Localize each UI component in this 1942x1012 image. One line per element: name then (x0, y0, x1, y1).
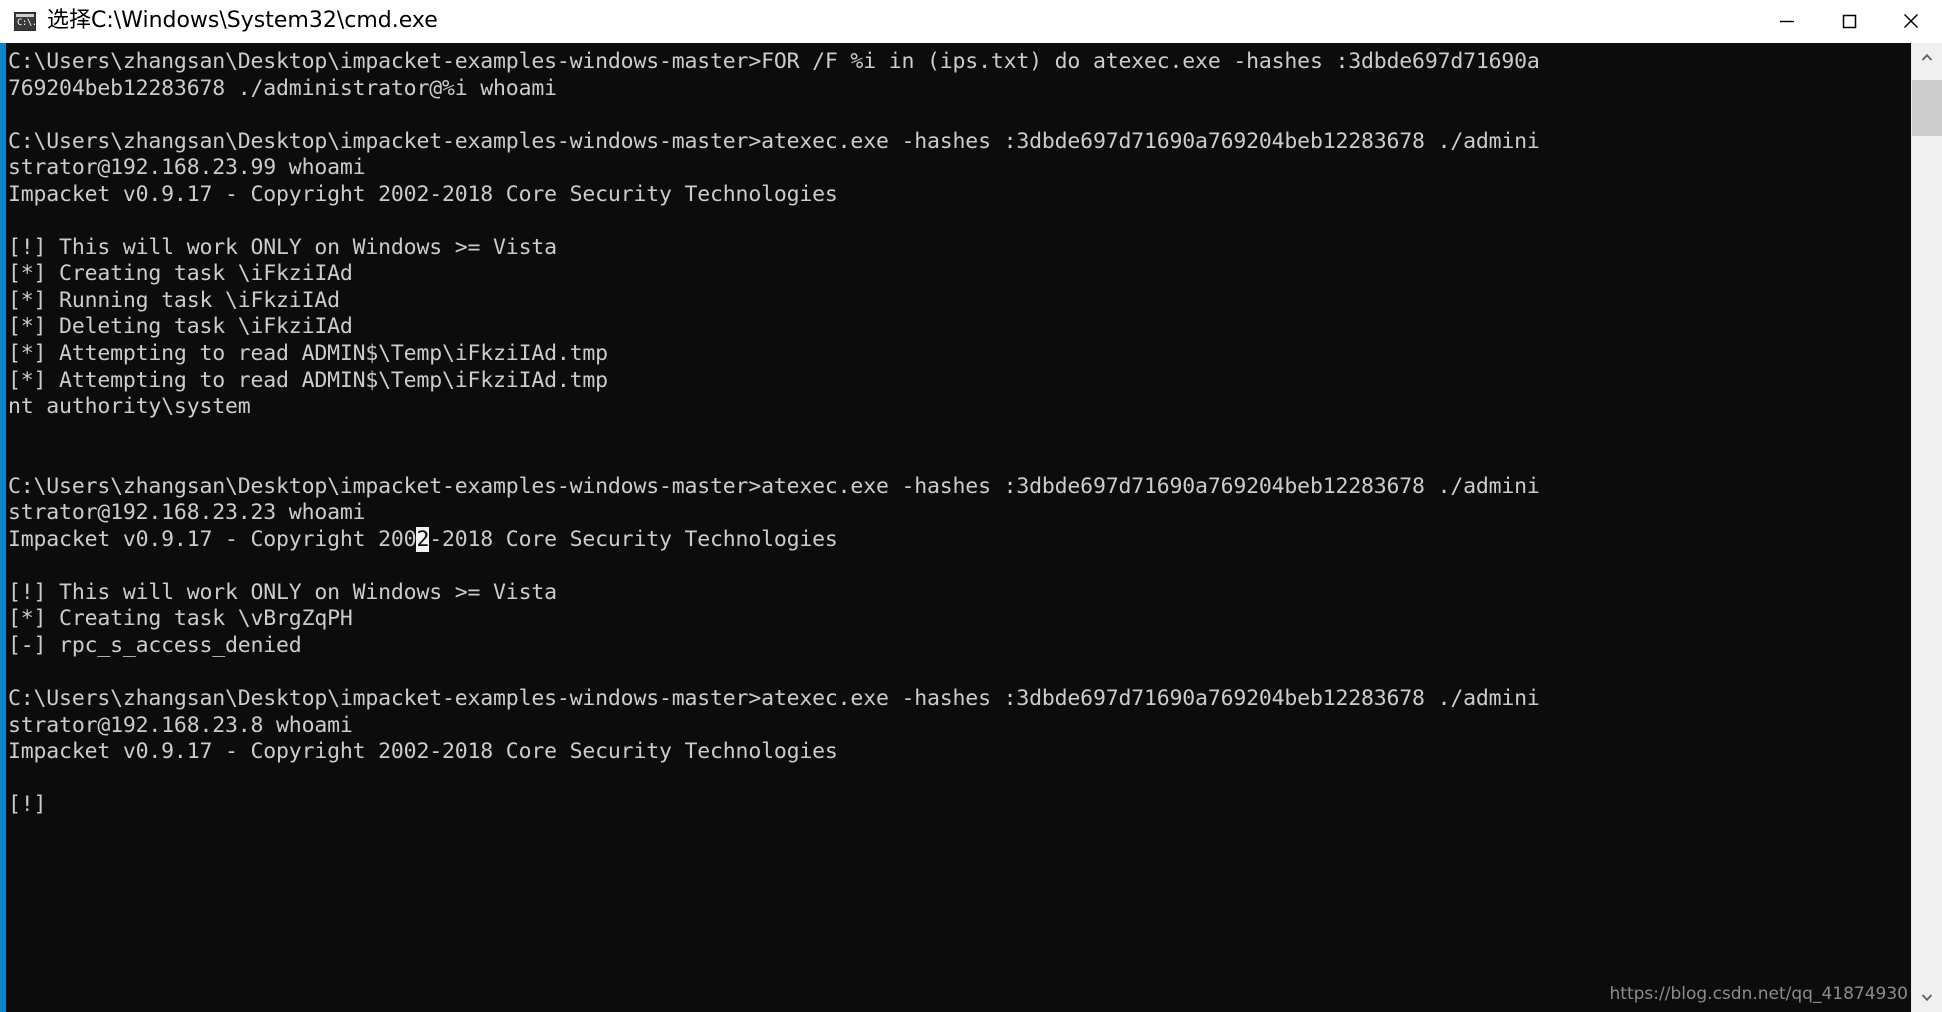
console-line: Impacket v0.9.17 - Copyright 2002-2018 C… (8, 526, 1911, 554)
watermark: https://blog.csdn.net/qq_41874930 (1609, 984, 1908, 1004)
title-bar-left: C:\. 选择C:\Windows\System32\cmd.exe (0, 0, 1756, 42)
console-line: Impacket v0.9.17 - Copyright 2002-2018 C… (8, 739, 838, 765)
console-line: 769204beb12283678 ./administrator@%i who… (8, 75, 557, 101)
text-cursor: 2 (416, 526, 430, 552)
vertical-scrollbar[interactable] (1911, 42, 1942, 1012)
close-icon (1904, 14, 1918, 28)
console-line: strator@192.168.23.23 whoami (8, 500, 366, 526)
scroll-down-button[interactable] (1912, 982, 1942, 1012)
chevron-down-icon (1921, 993, 1933, 1001)
console-line-text: Impacket v0.9.17 - Copyright 200 (8, 526, 417, 552)
console-line: nt authority\system (8, 394, 251, 420)
minimize-icon (1780, 20, 1794, 23)
close-button[interactable] (1880, 0, 1942, 42)
console-line: [!] This will work ONLY on Windows >= Vi… (8, 579, 557, 605)
console-line: C:\Users\zhangsan\Desktop\impacket-examp… (8, 686, 1540, 712)
console-line: [*] Attempting to read ADMIN$\Temp\iFkzi… (8, 341, 608, 367)
window-title: 选择C:\Windows\System32\cmd.exe (47, 8, 438, 33)
console-line: C:\Users\zhangsan\Desktop\impacket-examp… (8, 128, 1540, 154)
cmd-icon: C:\. (14, 11, 36, 31)
scroll-up-button[interactable] (1912, 42, 1942, 72)
window-controls (1756, 0, 1942, 42)
maximize-button[interactable] (1818, 0, 1880, 42)
maximize-icon (1842, 14, 1857, 29)
console-text: C:\Users\zhangsan\Desktop\impacket-examp… (6, 42, 1911, 1012)
console-line: [*] Creating task \iFkziIAd (8, 261, 353, 287)
cmd-window: C:\. 选择C:\Windows\System32\cmd.exe C:\Us… (0, 0, 1942, 1012)
console-line: C:\Users\zhangsan\Desktop\impacket-examp… (8, 473, 1540, 499)
console-line: [*] Deleting task \iFkziIAd (8, 314, 353, 340)
left-accent-strip (0, 42, 6, 1012)
console-line: [-] rpc_s_access_denied (8, 633, 302, 659)
console-line: [!] This will work ONLY on Windows >= Vi… (8, 234, 557, 260)
chevron-up-icon (1921, 53, 1933, 61)
console-line: C:\Users\zhangsan\Desktop\impacket-examp… (8, 49, 1540, 74)
console-line: Impacket v0.9.17 - Copyright 2002-2018 C… (8, 181, 838, 207)
console-line: [*] Creating task \vBrgZqPH (8, 606, 353, 632)
console-line: strator@192.168.23.99 whoami (8, 155, 366, 181)
console-line-text: -2018 Core Security Technologies (429, 526, 838, 552)
console-line: strator@192.168.23.8 whoami (8, 712, 353, 738)
console-line: [*] Attempting to read ADMIN$\Temp\iFkzi… (8, 367, 608, 393)
minimize-button[interactable] (1756, 0, 1818, 42)
console-line: [*] Running task \iFkziIAd (8, 287, 340, 313)
console-line: [!] (8, 792, 47, 818)
cmd-icon-glyph: C:\. (17, 17, 36, 28)
console-output-area[interactable]: C:\Users\zhangsan\Desktop\impacket-examp… (0, 42, 1942, 1012)
scrollbar-thumb[interactable] (1912, 80, 1942, 136)
title-bar[interactable]: C:\. 选择C:\Windows\System32\cmd.exe (0, 0, 1942, 43)
